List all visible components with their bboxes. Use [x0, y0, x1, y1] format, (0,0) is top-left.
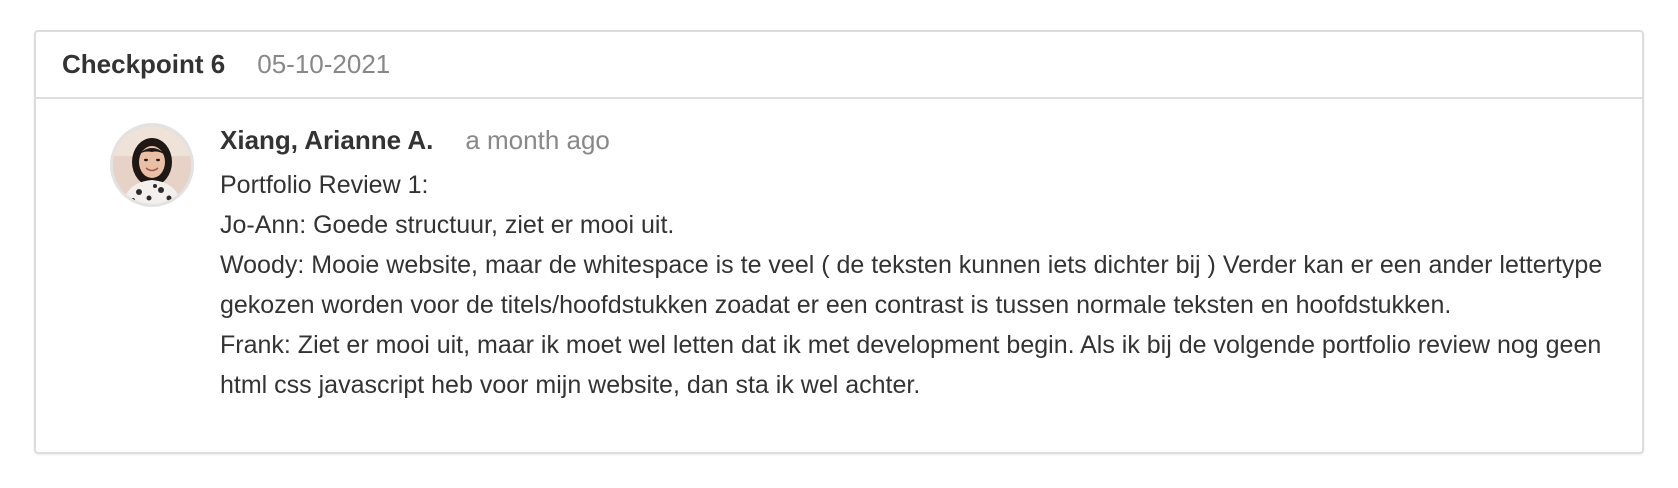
comment-meta: Xiang, Arianne A. a month ago — [220, 125, 1620, 165]
checkpoint-card: Checkpoint 6 05-10-2021 Xiang, Arianne A… — [34, 30, 1644, 454]
comment-line: Frank: Ziet er mooi uit, maar ik moet we… — [220, 331, 1602, 399]
comment-line: Portfolio Review 1: — [220, 171, 429, 199]
comment: Xiang, Arianne A. a month ago Portfolio … — [36, 99, 1642, 405]
comment-text: Portfolio Review 1: Jo-Ann: Goede struct… — [220, 165, 1620, 405]
checkpoint-date: 05-10-2021 — [257, 49, 391, 79]
comment-body: Xiang, Arianne A. a month ago Portfolio … — [220, 125, 1620, 405]
comment-timestamp: a month ago — [465, 125, 610, 155]
checkpoint-title: Checkpoint 6 — [62, 49, 226, 79]
comment-line: Woody: Mooie website, maar de whitespace… — [220, 251, 1603, 319]
comment-line: Jo-Ann: Goede structuur, ziet er mooi ui… — [220, 211, 675, 239]
comment-author[interactable]: Xiang, Arianne A. — [220, 125, 433, 156]
checkpoint-header: Checkpoint 6 05-10-2021 — [36, 32, 1642, 99]
user-photo-icon — [113, 126, 191, 204]
avatar[interactable] — [110, 123, 194, 207]
